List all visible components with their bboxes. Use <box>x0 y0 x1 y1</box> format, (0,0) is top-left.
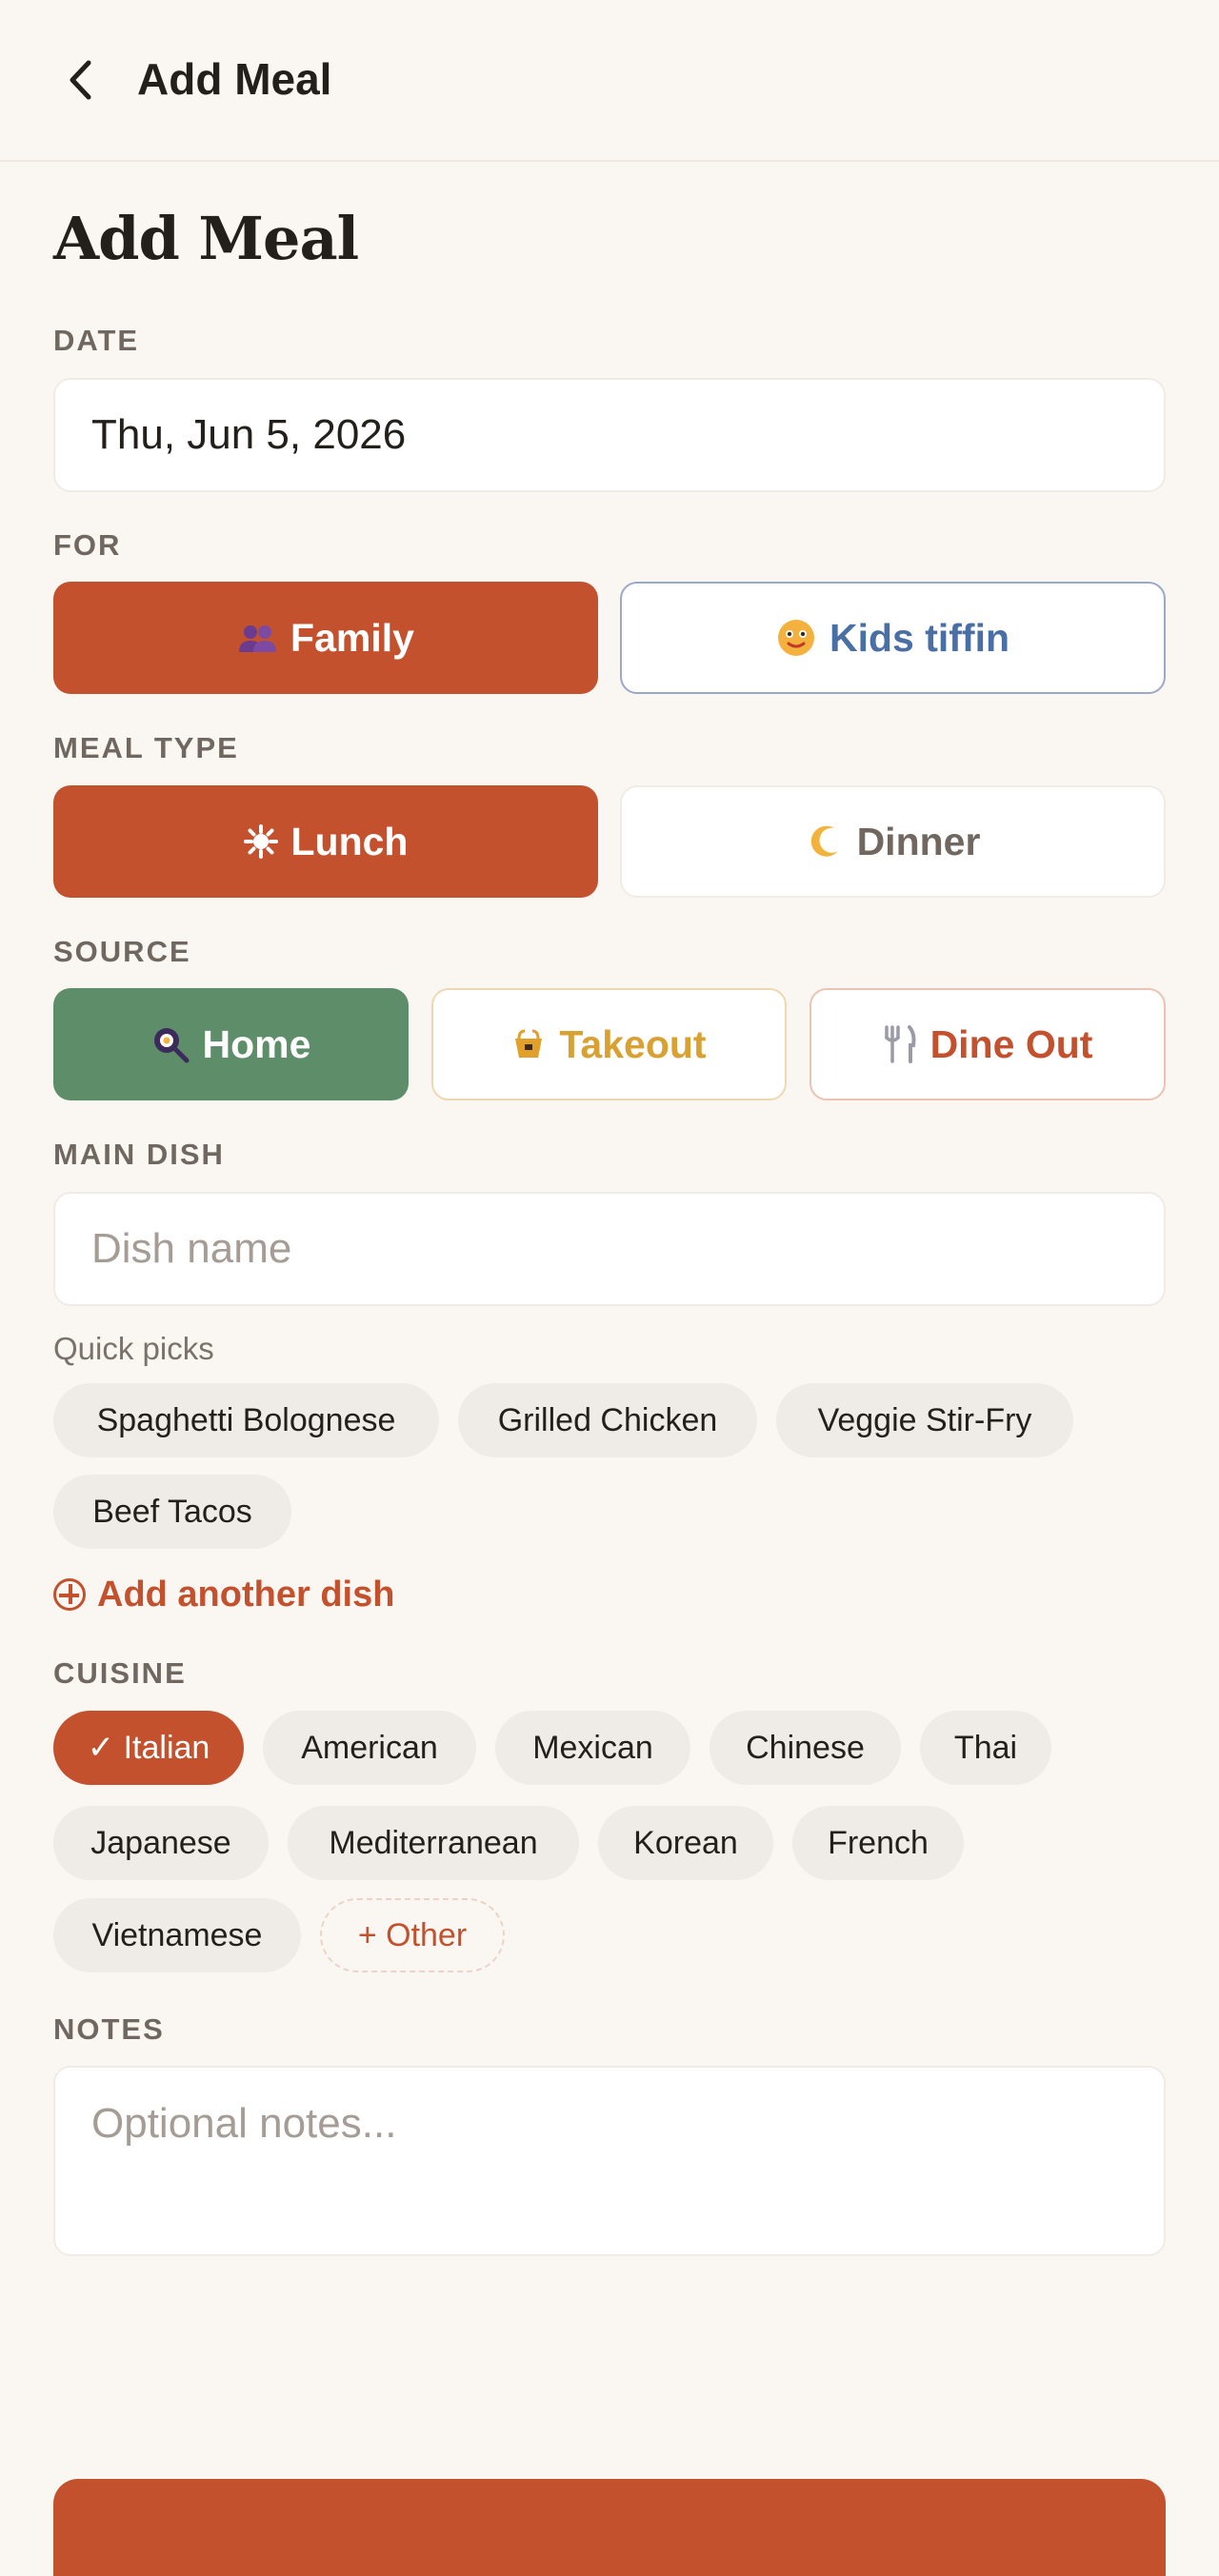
page-title: Add Meal <box>53 204 359 273</box>
add-another-dish-label: Add another dish <box>97 1574 395 1615</box>
fork-knife-icon <box>883 1024 917 1064</box>
chevron-left-icon <box>70 60 91 100</box>
meal-type-lunch-label: Lunch <box>290 819 409 863</box>
cuisine-other-button[interactable]: + Other <box>320 1898 505 1972</box>
source-takeout[interactable]: Takeout <box>431 988 787 1100</box>
date-label: DATE <box>53 324 140 357</box>
for-option-kids-tiffin[interactable]: Kids tiffin <box>620 582 1166 694</box>
cuisine-chip[interactable]: Thai <box>920 1711 1051 1785</box>
cuisine-chip[interactable]: American <box>263 1711 476 1785</box>
quick-pick-chip[interactable]: Spaghetti Bolognese <box>53 1383 439 1457</box>
plus-circle-icon <box>53 1578 86 1611</box>
frying-pan-icon <box>151 1025 190 1063</box>
takeout-icon <box>511 1027 546 1061</box>
source-home[interactable]: Home <box>53 988 409 1100</box>
date-field[interactable]: Thu, Jun 5, 2026 <box>53 378 1166 492</box>
save-meal-button[interactable] <box>53 2479 1166 2576</box>
cuisine-chip[interactable]: Korean <box>598 1806 773 1880</box>
for-label: FOR <box>53 528 122 562</box>
source-takeout-label: Takeout <box>559 1021 707 1066</box>
cuisine-chip-italian[interactable]: ✓ Italian <box>53 1711 244 1785</box>
notes-textarea[interactable]: Optional notes... <box>53 2066 1166 2256</box>
back-button[interactable] <box>53 50 107 110</box>
source-dine-out[interactable]: Dine Out <box>809 988 1166 1100</box>
sun-icon <box>243 824 278 859</box>
source-home-label: Home <box>202 1021 311 1066</box>
family-icon <box>237 622 277 654</box>
cuisine-chip[interactable]: Japanese <box>53 1806 269 1880</box>
cuisine-chip[interactable]: Mediterranean <box>288 1806 579 1880</box>
cuisine-chip[interactable]: Vietnamese <box>53 1898 301 1972</box>
for-option-kids-tiffin-label: Kids tiffin <box>829 615 1010 660</box>
quick-pick-chip[interactable]: Veggie Stir-Fry <box>776 1383 1073 1457</box>
quick-pick-chip[interactable]: Grilled Chicken <box>458 1383 757 1457</box>
for-option-family-label: Family <box>290 615 414 660</box>
notes-label: NOTES <box>53 2012 165 2046</box>
source-dine-out-label: Dine Out <box>929 1021 1093 1066</box>
for-option-family[interactable]: Family <box>53 582 598 694</box>
header-title: Add Meal <box>137 54 332 104</box>
smiley-icon <box>776 618 816 658</box>
meal-type-label: MEAL TYPE <box>53 731 239 764</box>
meal-type-dinner-label: Dinner <box>856 819 981 863</box>
meal-type-lunch[interactable]: Lunch <box>53 785 598 898</box>
meal-type-dinner[interactable]: Dinner <box>620 785 1166 898</box>
cuisine-chip[interactable]: Mexican <box>495 1711 690 1785</box>
add-another-dish-button[interactable]: Add another dish <box>53 1571 394 1618</box>
source-label: SOURCE <box>53 935 191 968</box>
top-bar: Add Meal <box>0 0 1219 162</box>
dish-name-input[interactable]: Dish name <box>53 1192 1166 1306</box>
cuisine-label: CUISINE <box>53 1656 187 1690</box>
moon-icon <box>806 822 844 861</box>
quick-pick-chip[interactable]: Beef Tacos <box>53 1475 291 1549</box>
main-dish-label: MAIN DISH <box>53 1138 225 1171</box>
quick-picks-label: Quick picks <box>53 1331 214 1366</box>
cuisine-chip[interactable]: French <box>792 1806 964 1880</box>
cuisine-chip[interactable]: Chinese <box>709 1711 901 1785</box>
